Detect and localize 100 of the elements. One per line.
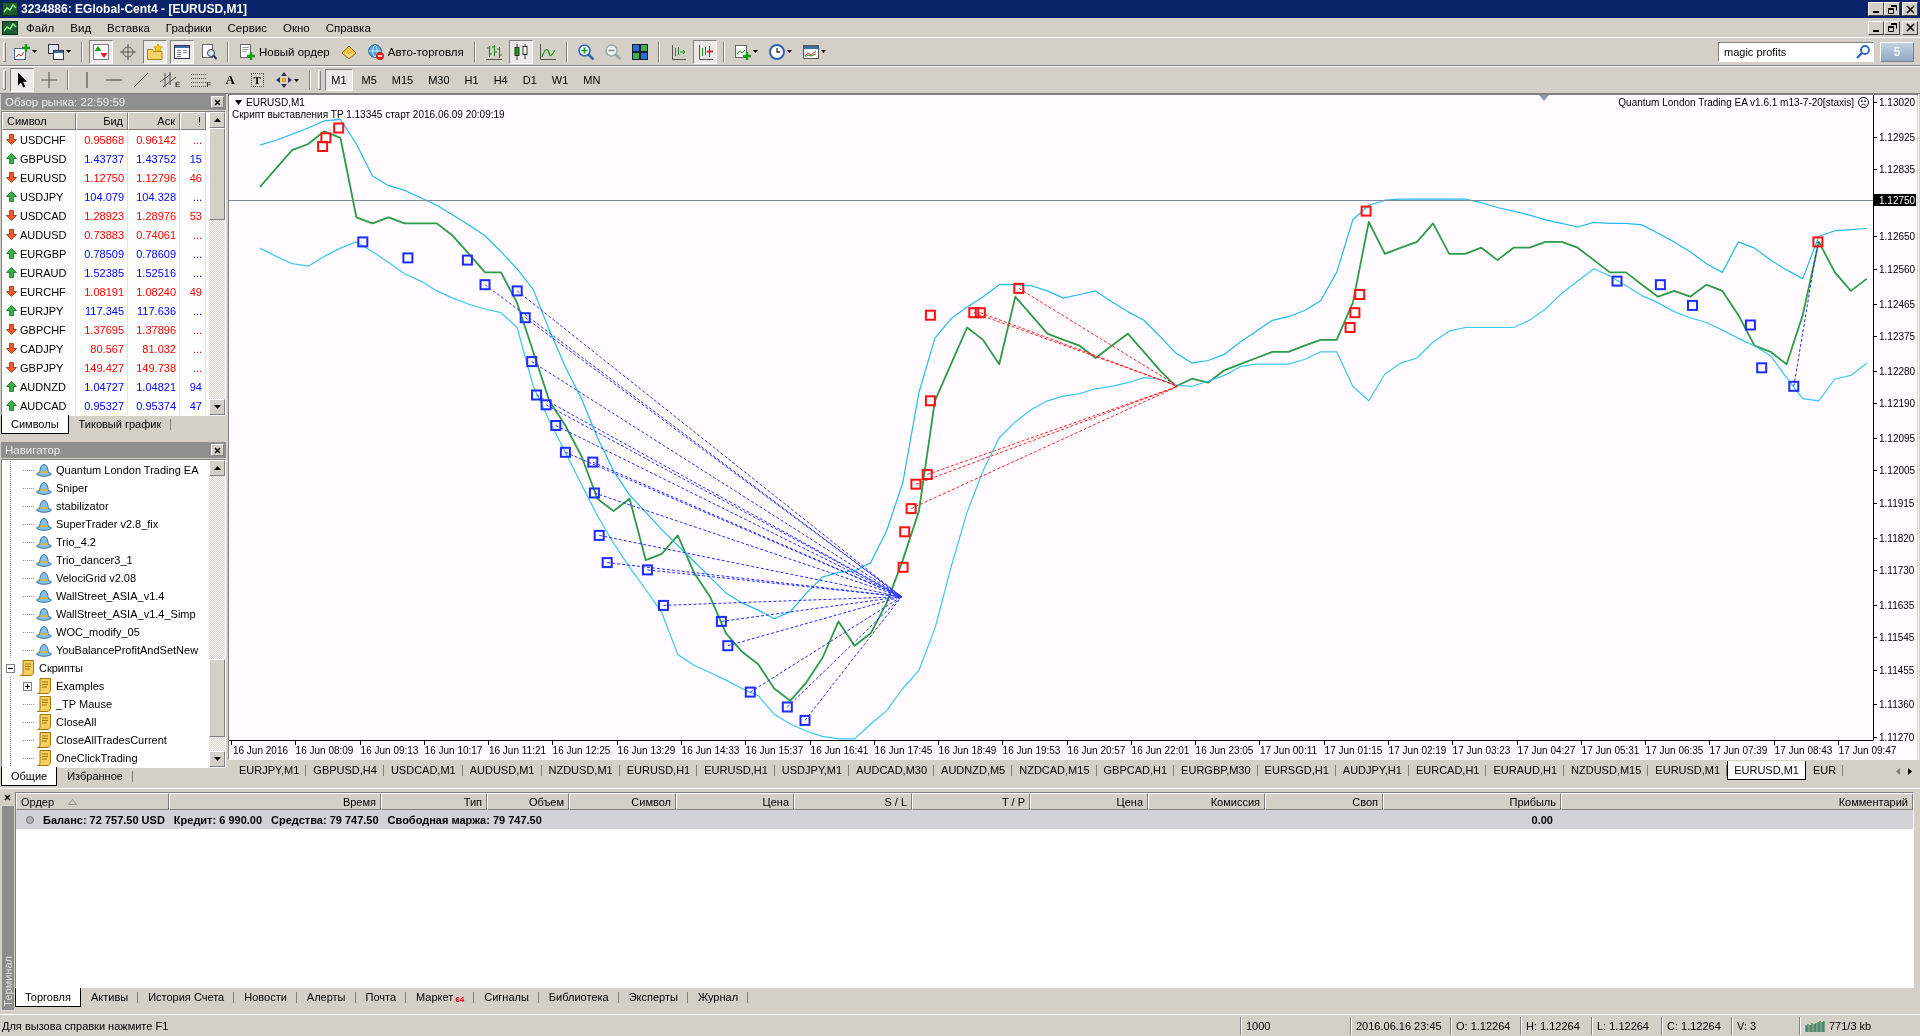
- chart-tab[interactable]: GBPCAD,H1: [1096, 762, 1175, 779]
- chart-tab[interactable]: EURUSD,H1: [619, 762, 698, 779]
- tree-item[interactable]: CloseAll: [56, 716, 97, 728]
- column-header[interactable]: Объем: [487, 793, 569, 810]
- symbol-name[interactable]: USDCHF: [20, 133, 66, 146]
- auto-trading-button[interactable]: Авто-торговля: [363, 39, 468, 64]
- column-header[interactable]: S / L: [794, 793, 912, 810]
- timeframe-button[interactable]: H4: [487, 69, 514, 91]
- scrollbar[interactable]: [209, 112, 225, 415]
- chart-tab[interactable]: EURUSD,M1: [1648, 762, 1728, 779]
- tree-item[interactable]: Examples: [56, 680, 105, 692]
- chart-tab[interactable]: EURJPY,M1: [232, 762, 307, 779]
- menu-item[interactable]: Окно: [274, 19, 318, 36]
- plus-box-icon[interactable]: [23, 681, 32, 691]
- tree-item[interactable]: WOC_modify_05: [56, 626, 140, 638]
- tree-item[interactable]: _TP Mause: [56, 698, 113, 710]
- tree-item[interactable]: Quantum London Trading EA: [56, 464, 199, 476]
- tree-item[interactable]: Sniper: [56, 482, 88, 494]
- column-header[interactable]: T / P: [912, 793, 1030, 810]
- chart-tab[interactable]: EURSGD,H1: [1257, 762, 1336, 779]
- column-header[interactable]: Тип: [381, 793, 487, 810]
- navigator-button[interactable]: [143, 39, 167, 64]
- timeframe-button[interactable]: W1: [545, 69, 575, 91]
- column-header[interactable]: Время: [169, 793, 381, 810]
- column-header[interactable]: Комментарий: [1561, 793, 1913, 810]
- search-icon[interactable]: [1856, 44, 1870, 59]
- menu-item[interactable]: Файл: [18, 19, 63, 36]
- timeframe-button[interactable]: M1: [325, 69, 353, 91]
- symbol-name[interactable]: AUDCAD: [20, 399, 67, 412]
- tree-item[interactable]: Trio_4.2: [56, 536, 96, 548]
- menu-item[interactable]: Справка: [317, 19, 379, 36]
- panel-tab[interactable]: Общие: [1, 767, 58, 786]
- restore-button[interactable]: [1884, 20, 1900, 35]
- timeframe-button[interactable]: H1: [458, 69, 485, 91]
- tree-item[interactable]: Скрипты: [39, 662, 83, 674]
- text-tool-button[interactable]: A: [218, 68, 243, 92]
- tree-item[interactable]: SuperTrader v2.8_fix: [56, 518, 159, 530]
- toolbar-grip[interactable]: [318, 70, 322, 90]
- minimize-button[interactable]: [1868, 2, 1884, 16]
- column-header[interactable]: Символ: [569, 793, 676, 810]
- menu-item[interactable]: Вставка: [99, 19, 158, 36]
- terminal-tab[interactable]: История Счета: [138, 989, 235, 1006]
- menu-item[interactable]: Вид: [62, 19, 100, 36]
- column-header[interactable]: Своп: [1265, 793, 1383, 810]
- chart-tab[interactable]: NZDUSD,M1: [541, 762, 620, 779]
- symbol-name[interactable]: EURAUD: [20, 266, 67, 279]
- chart-tab[interactable]: USDCAD,M1: [383, 762, 463, 779]
- menu-item[interactable]: Сервис: [219, 19, 275, 36]
- tree-item[interactable]: YouBalanceProfitAndSetNew: [56, 644, 199, 656]
- triangle-down-icon[interactable]: [235, 100, 242, 105]
- symbol-name[interactable]: EURJPY: [20, 304, 64, 317]
- chart-tab[interactable]: EUR: [1805, 762, 1844, 779]
- close-button[interactable]: [211, 444, 224, 456]
- menu-item[interactable]: Графики: [157, 19, 220, 36]
- tree-item[interactable]: stabilizator: [56, 500, 109, 512]
- panel-tab[interactable]: Тиковый график: [68, 416, 172, 433]
- scroll-down-button[interactable]: [209, 751, 225, 767]
- cursor-button[interactable]: [10, 68, 34, 92]
- timeframe-button[interactable]: D1: [516, 69, 543, 91]
- column-header[interactable]: Символ: [2, 112, 76, 130]
- column-header[interactable]: Прибыль: [1383, 793, 1561, 810]
- symbol-name[interactable]: GBPJPY: [20, 361, 64, 374]
- scroll-up-button[interactable]: [209, 460, 225, 476]
- toolbar-grip[interactable]: [3, 41, 6, 62]
- symbol-name[interactable]: AUDNZD: [20, 380, 66, 393]
- candlesticks-button[interactable]: [508, 39, 533, 64]
- toolbar-grip[interactable]: [3, 70, 6, 90]
- scroll-thumb[interactable]: [209, 128, 225, 220]
- symbol-name[interactable]: AUDUSD: [20, 228, 67, 241]
- symbol-name[interactable]: CADJPY: [20, 342, 64, 355]
- tree-item[interactable]: Trio_dancer3_1: [56, 554, 133, 566]
- symbol-name[interactable]: USDCAD: [20, 209, 67, 222]
- terminal-tab[interactable]: Алерты: [296, 989, 356, 1006]
- terminal-tab[interactable]: Новости: [234, 989, 297, 1006]
- tree-item[interactable]: WallStreet_ASIA_v1.4: [56, 590, 165, 602]
- timeframe-button[interactable]: M5: [355, 69, 383, 91]
- scroll-left-button[interactable]: [1895, 767, 1901, 776]
- column-header[interactable]: Ордер: [16, 793, 169, 810]
- chart-tab[interactable]: EURUSD,H1: [697, 762, 775, 779]
- column-header[interactable]: Цена: [676, 793, 794, 810]
- close-button[interactable]: [1902, 2, 1918, 16]
- scroll-up-button[interactable]: [209, 112, 225, 128]
- symbol-name[interactable]: EURGBP: [20, 247, 67, 260]
- chart-tab[interactable]: NZDUSD,M15: [1564, 762, 1649, 779]
- scroll-thumb[interactable]: [209, 659, 225, 737]
- chart-tab[interactable]: EURAUD,H1: [1486, 762, 1565, 779]
- panel-tab[interactable]: Избранное: [57, 768, 133, 785]
- timeframe-button[interactable]: MN: [577, 69, 607, 91]
- symbol-name[interactable]: EURUSD: [20, 171, 67, 184]
- terminal-tab[interactable]: Журнал: [687, 989, 749, 1006]
- channel-button[interactable]: E: [156, 68, 185, 92]
- chart-tab[interactable]: EURCAD,H1: [1408, 762, 1487, 779]
- terminal-tab[interactable]: Библиотека: [538, 989, 619, 1006]
- minus-box-icon[interactable]: [6, 663, 15, 673]
- column-header[interactable]: Цена: [1030, 793, 1148, 810]
- tree-item[interactable]: OneClickTrading: [56, 752, 138, 764]
- close-button[interactable]: [1, 791, 14, 803]
- scroll-down-button[interactable]: [209, 399, 225, 415]
- chart-tab[interactable]: EURGBP,M30: [1174, 762, 1258, 779]
- terminal-tab[interactable]: Активы: [80, 989, 139, 1006]
